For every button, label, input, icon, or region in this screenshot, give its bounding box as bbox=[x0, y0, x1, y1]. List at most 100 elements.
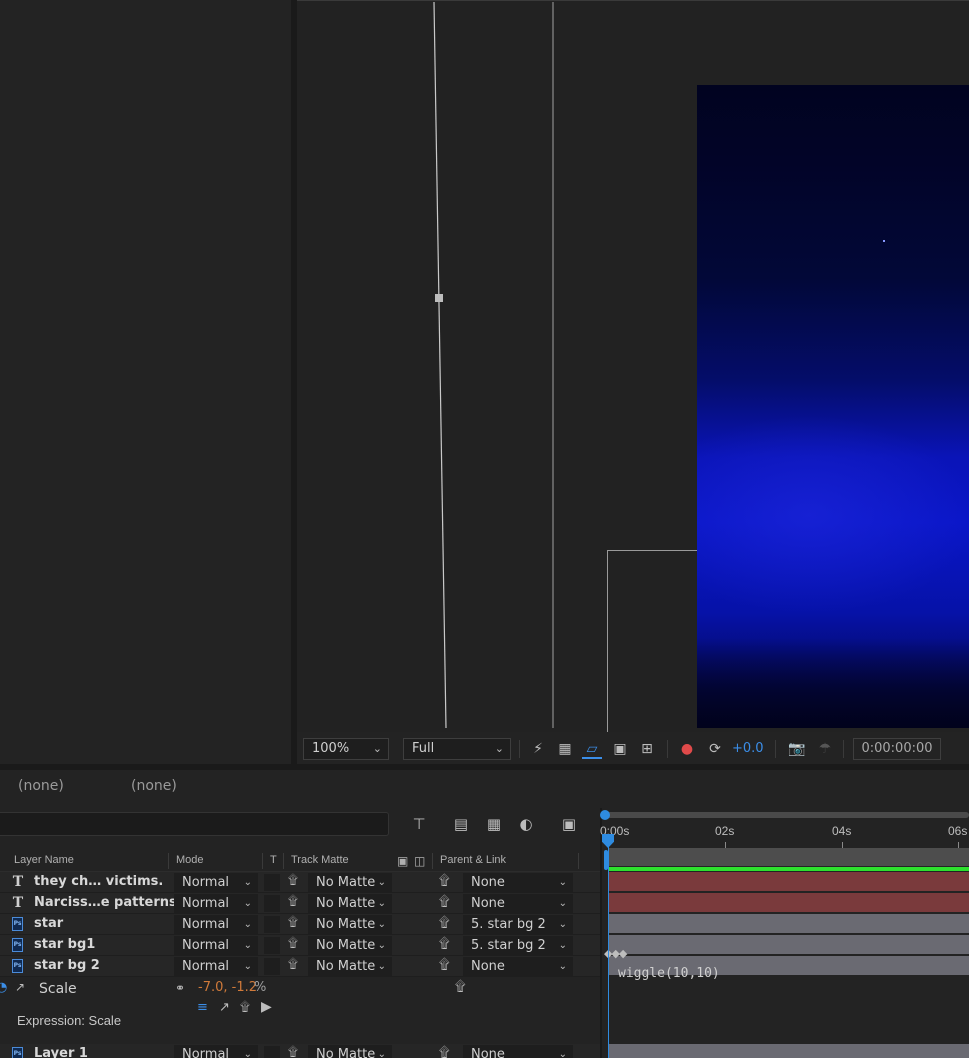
color-channels-icon[interactable]: ● bbox=[677, 739, 697, 759]
column-divider[interactable] bbox=[283, 853, 284, 869]
enable-expression-icon[interactable]: ≡ bbox=[197, 1000, 208, 1015]
track-matte-dropdown[interactable]: No Matte ⌄ bbox=[308, 1045, 392, 1058]
fast-preview-icon[interactable]: ⚡ bbox=[528, 739, 548, 759]
layer-row[interactable]: Ps star bg 2 Normal ⌄ ۩ No Matte ⌄ ۩ None ⌄ bbox=[0, 956, 600, 977]
parent-dropdown[interactable]: 5. star bg 2 ⌄ bbox=[463, 936, 573, 955]
resolution-dropdown[interactable]: Full ⌄ bbox=[403, 738, 511, 760]
mode-dropdown[interactable]: Normal ⌄ bbox=[174, 957, 258, 976]
layer-row[interactable]: Ps star bg1 Normal ⌄ ۩ No Matte ⌄ ۩ 5. sta… bbox=[0, 935, 600, 956]
scale-property-row[interactable]: ◔ ↗ Scale ⚭ -7.0, -1.2 % ۩ bbox=[0, 978, 600, 1000]
layer-search-input[interactable] bbox=[0, 812, 389, 836]
expression-code[interactable]: wiggle(10,10) bbox=[618, 966, 720, 981]
layer-name[interactable]: Layer 1 bbox=[34, 1046, 88, 1058]
layer-name[interactable]: star bg 2 bbox=[34, 958, 100, 973]
layer-row[interactable]: Ps Layer 1 Normal ⌄ ۩ No Matte ⌄ ۩ None ⌄ bbox=[0, 1044, 600, 1058]
track-matte-dropdown[interactable]: No Matte ⌄ bbox=[308, 894, 392, 913]
layer-duration-bar[interactable] bbox=[608, 872, 969, 891]
layer-duration-bar[interactable] bbox=[608, 1044, 969, 1058]
frame-blending-icon[interactable]: ▦ bbox=[483, 814, 505, 834]
expression-graph-icon[interactable]: ↗ bbox=[219, 1000, 230, 1015]
time-graph[interactable]: 0:00s 02s 04s 06s ◆◆◆ wiggle(10,10) bbox=[600, 808, 969, 1058]
track-matte-dropdown[interactable]: No Matte ⌄ bbox=[308, 915, 392, 934]
column-layer-name[interactable]: Layer Name bbox=[14, 854, 74, 866]
layer-name[interactable]: they ch… victims. bbox=[34, 874, 163, 889]
composition-viewer[interactable]: 100% ⌄ Full ⌄ ⚡ ▦ ▱ ▣ ⊞ ● ⟳ +0.0 📷 ☂ 0:0… bbox=[297, 0, 969, 764]
mode-dropdown[interactable]: Normal ⌄ bbox=[174, 873, 258, 892]
parent-pickwhip-icon[interactable]: ۩ bbox=[439, 873, 450, 889]
preserve-transparency-toggle[interactable] bbox=[264, 958, 280, 975]
work-area-bar[interactable] bbox=[608, 848, 969, 866]
layer-duration-bar[interactable] bbox=[608, 893, 969, 912]
matte-invert-icon[interactable]: ◫ bbox=[414, 854, 425, 868]
parent-dropdown[interactable]: 5. star bg 2 ⌄ bbox=[463, 915, 573, 934]
column-divider[interactable] bbox=[168, 853, 169, 869]
layer-name[interactable]: star bbox=[34, 916, 63, 931]
parent-pickwhip-icon[interactable]: ۩ bbox=[439, 957, 450, 973]
layer-name[interactable]: Narciss…e patterns; bbox=[34, 895, 182, 910]
navigator-start-handle[interactable] bbox=[600, 810, 610, 820]
track-matte-dropdown[interactable]: No Matte ⌄ bbox=[308, 957, 392, 976]
reset-exposure-icon[interactable]: ⟳ bbox=[705, 739, 725, 759]
pickwhip-icon[interactable]: ۩ bbox=[288, 1045, 298, 1058]
mode-dropdown[interactable]: Normal ⌄ bbox=[174, 894, 258, 913]
composition-frame[interactable] bbox=[697, 85, 969, 728]
graph-icon[interactable]: ↗ bbox=[15, 980, 25, 994]
parent-dropdown[interactable]: None ⌄ bbox=[463, 894, 573, 913]
layer-row[interactable]: Ps star Normal ⌄ ۩ No Matte ⌄ ۩ 5. star bg… bbox=[0, 914, 600, 935]
parent-pickwhip-icon[interactable]: ۩ bbox=[439, 936, 450, 952]
transparency-grid-icon[interactable]: ▦ bbox=[555, 739, 575, 759]
column-divider[interactable] bbox=[578, 853, 579, 869]
layer-duration-bar[interactable] bbox=[608, 935, 969, 954]
composition-mini-flowchart-icon[interactable]: ⊤ bbox=[408, 814, 430, 834]
anchor-handle[interactable] bbox=[435, 294, 443, 302]
region-of-interest-icon[interactable]: ▣ bbox=[610, 739, 630, 759]
current-time-indicator[interactable] bbox=[608, 846, 609, 1058]
mode-dropdown[interactable]: Normal ⌄ bbox=[174, 936, 258, 955]
safe-margins-icon[interactable]: ⊞ bbox=[637, 739, 657, 759]
mode-dropdown[interactable]: Normal ⌄ bbox=[174, 1045, 258, 1058]
track-matte-dropdown[interactable]: No Matte ⌄ bbox=[308, 873, 392, 892]
time-navigator[interactable] bbox=[604, 812, 969, 818]
mask-path-icon[interactable]: ▱ bbox=[582, 739, 602, 759]
parent-dropdown[interactable]: None ⌄ bbox=[463, 957, 573, 976]
mode-dropdown[interactable]: Normal ⌄ bbox=[174, 915, 258, 934]
motion-path-line[interactable] bbox=[433, 1, 447, 729]
graph-editor-icon[interactable]: ▣ bbox=[558, 814, 580, 834]
preserve-transparency-toggle[interactable] bbox=[264, 895, 280, 912]
constrain-proportions-icon[interactable]: ⚭ bbox=[175, 981, 185, 995]
pickwhip-icon[interactable]: ۩ bbox=[288, 957, 298, 972]
parent-dropdown[interactable]: None ⌄ bbox=[463, 1045, 573, 1058]
layer-row[interactable]: T they ch… victims. Normal ⌄ ۩ No Matte ⌄ … bbox=[0, 872, 600, 893]
column-divider[interactable] bbox=[432, 853, 433, 869]
preserve-transparency-toggle[interactable] bbox=[264, 1046, 280, 1058]
track-matte-dropdown[interactable]: No Matte ⌄ bbox=[308, 936, 392, 955]
expression-pickwhip-icon[interactable]: ۩ bbox=[240, 1000, 250, 1015]
column-parent-link[interactable]: Parent & Link bbox=[440, 854, 506, 866]
layer-duration-bar[interactable] bbox=[608, 914, 969, 933]
pickwhip-icon[interactable]: ۩ bbox=[288, 894, 298, 909]
exposure-value[interactable]: +0.0 bbox=[732, 739, 764, 759]
motion-blur-icon[interactable]: ◐ bbox=[515, 814, 537, 834]
preserve-transparency-toggle[interactable] bbox=[264, 916, 280, 933]
pickwhip-icon[interactable]: ۩ bbox=[288, 936, 298, 951]
expression-language-menu-icon[interactable]: ▶ bbox=[261, 999, 272, 1015]
draft-3d-icon[interactable]: ▤ bbox=[450, 814, 472, 834]
pickwhip-icon[interactable]: ۩ bbox=[455, 979, 466, 995]
snapshot-icon[interactable]: 📷 bbox=[787, 739, 807, 759]
parent-dropdown[interactable]: None ⌄ bbox=[463, 873, 573, 892]
stopwatch-icon[interactable]: ◔ bbox=[0, 980, 7, 995]
preserve-transparency-toggle[interactable] bbox=[264, 937, 280, 954]
parent-pickwhip-icon[interactable]: ۩ bbox=[439, 1045, 450, 1058]
layer-row[interactable]: T Narciss…e patterns; Normal ⌄ ۩ No Matte… bbox=[0, 893, 600, 914]
column-t[interactable]: T bbox=[270, 854, 277, 866]
column-divider[interactable] bbox=[262, 853, 263, 869]
pickwhip-icon[interactable]: ۩ bbox=[288, 915, 298, 930]
current-time-indicator-head[interactable] bbox=[602, 834, 614, 848]
parent-pickwhip-icon[interactable]: ۩ bbox=[439, 915, 450, 931]
column-track-matte[interactable]: Track Matte bbox=[291, 854, 349, 866]
pickwhip-icon[interactable]: ۩ bbox=[288, 873, 298, 888]
zoom-dropdown[interactable]: 100% ⌄ bbox=[303, 738, 389, 760]
column-mode[interactable]: Mode bbox=[176, 854, 204, 866]
preserve-transparency-toggle[interactable] bbox=[264, 874, 280, 891]
scale-value[interactable]: -7.0, -1.2 bbox=[198, 980, 257, 995]
